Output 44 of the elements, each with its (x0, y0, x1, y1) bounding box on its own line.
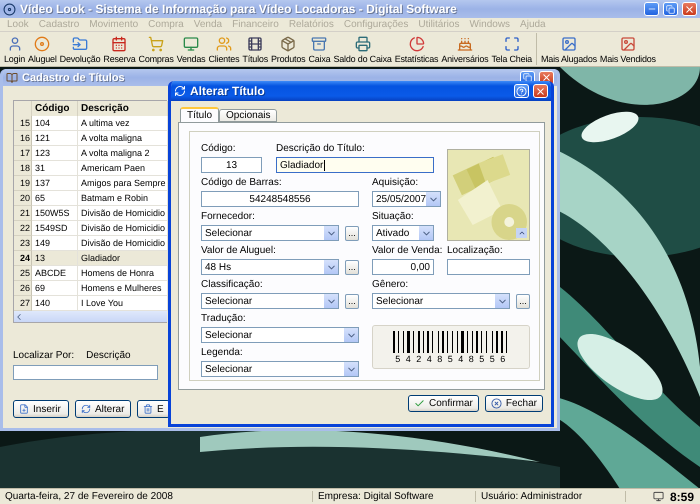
restore-button[interactable] (663, 2, 678, 16)
archive-icon (311, 36, 328, 52)
folder-icon (72, 36, 88, 52)
minimize-button[interactable] (644, 2, 659, 16)
toolbar-button[interactable]: Clientes (207, 33, 240, 65)
image-icon (620, 36, 636, 52)
toolbar-button[interactable]: Mais Vendidos (598, 33, 657, 65)
toolbar-button[interactable]: Saldo do Caixa (332, 33, 393, 65)
toolbar-button[interactable]: Aniversários (440, 33, 490, 65)
disc-icon (3, 2, 16, 16)
cart-icon (148, 36, 164, 52)
person-icon (6, 36, 23, 52)
calendar-icon (111, 36, 128, 52)
toolbar-button[interactable]: Aluguel (27, 33, 58, 65)
fullscreen-icon (504, 36, 520, 52)
restore-icon (666, 4, 675, 14)
toolbar-button[interactable]: Reserva (102, 33, 137, 65)
pie-chart-icon (408, 36, 425, 52)
toolbar-button[interactable]: Vendas (176, 33, 206, 65)
toolbar-button[interactable]: Compras (138, 33, 175, 65)
clock: 8:59 (668, 490, 695, 504)
monitor-icon (183, 36, 200, 52)
window-title: Vídeo Look - Sistema de Informação para Vídeo Locadoras - Digital Software (20, 2, 458, 16)
status-user: Usuário: Administrador (476, 491, 626, 502)
printer-icon (354, 36, 371, 52)
toolbar-button[interactable]: Produtos (270, 33, 306, 65)
toolbar-button[interactable]: Login (3, 33, 26, 65)
close-icon (684, 4, 695, 14)
toolbar-button[interactable]: Mais Alugados (540, 33, 598, 65)
toolbar-button[interactable]: Títulos (241, 33, 269, 65)
image-icon (560, 36, 577, 52)
toolbar-button[interactable]: Estatísticas (394, 33, 440, 65)
disc-icon (34, 36, 50, 52)
package-icon (280, 36, 296, 52)
cake-icon (456, 36, 473, 52)
toolbar-button[interactable]: Tela Cheia (490, 33, 533, 65)
toolbar-button[interactable]: Caixa (307, 33, 332, 65)
status-company: Empresa: Digital Software (313, 491, 476, 502)
monitor-icon (652, 491, 664, 502)
film-icon (247, 36, 264, 52)
status-date: Quarta-feira, 27 de Fevereiro de 2008 (0, 491, 313, 502)
toolbar-button[interactable]: Devolução (58, 33, 102, 65)
close-button[interactable] (682, 2, 697, 16)
people-icon (216, 36, 232, 52)
